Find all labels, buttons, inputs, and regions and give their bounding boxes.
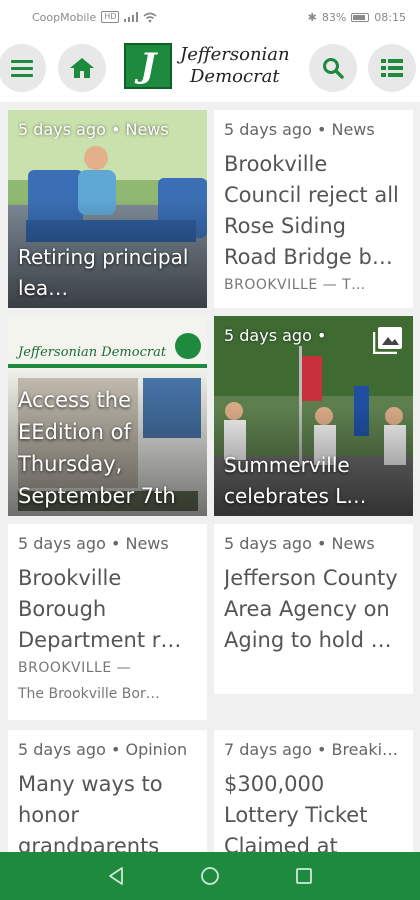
battery-percent: 83% (321, 10, 347, 24)
article-card[interactable]: 5 days ago • News Jefferson County Area … (214, 524, 413, 694)
carrier-name: CoopMobile (32, 10, 97, 24)
clock: 08:15 (374, 10, 406, 24)
article-card[interactable]: 5 days ago • Opinion Many ways to honor … (8, 730, 207, 852)
article-headline: Jefferson County Area Agency on Aging to… (224, 566, 398, 652)
article-excerpt: The Brookville Bor… (18, 686, 160, 702)
article-headline: Brookville Council reject all Rose Sidin… (224, 152, 399, 269)
article-card[interactable]: 7 days ago • Breaki… $300,000 Lottery Ti… (214, 730, 413, 852)
article-headline: Retiring principal lea… (18, 245, 189, 300)
system-nav-bar (0, 852, 420, 900)
article-meta: 5 days ago • News (224, 534, 375, 553)
search-button[interactable] (309, 44, 357, 92)
home-icon (70, 58, 94, 78)
home-circle-icon[interactable] (200, 866, 220, 886)
logo-line-1: Jeffersonian (180, 44, 290, 65)
recents-icon[interactable] (295, 867, 313, 885)
list-view-button[interactable] (368, 44, 416, 92)
home-button[interactable] (58, 44, 106, 92)
wifi-icon (143, 12, 157, 22)
news-feed[interactable]: 5 days ago • News Retiring principal lea… (0, 102, 420, 852)
article-meta: 5 days ago • News (224, 120, 375, 139)
article-location: BROOKVILLE — T… (224, 277, 366, 293)
article-meta: 5 days ago • News (18, 534, 169, 553)
article-meta: 5 days ago • Opinion (18, 740, 188, 759)
app-logo[interactable]: J Jeffersonian Democrat (124, 43, 290, 89)
hamburger-icon (11, 60, 33, 77)
article-card[interactable]: 5 days ago • News Brookville Borough Dep… (8, 524, 207, 720)
article-card[interactable]: 5 days ago • News Brookville Council rej… (214, 110, 413, 308)
menu-button[interactable] (0, 44, 46, 92)
svg-text:Jeffersonian Democrat: Jeffersonian Democrat (15, 345, 167, 360)
article-meta: 5 days ago • (224, 326, 327, 345)
article-headline: Brookville Borough Department r… (18, 566, 182, 652)
article-headline: $300,000 Lottery Ticket Claimed at (224, 772, 368, 852)
eedition-card[interactable]: Jeffersonian Democrat Access the EEditio… (8, 316, 207, 516)
article-headline: Access the EEdition of Thursday, Septemb… (18, 388, 176, 508)
back-icon[interactable] (107, 866, 125, 886)
gallery-card[interactable]: 5 days ago • Summerville celebrates L… (214, 316, 413, 516)
logo-mark: J (124, 43, 172, 89)
article-card[interactable]: 5 days ago • News Retiring principal lea… (8, 110, 207, 308)
article-headline: Many ways to honor grandparents (18, 772, 163, 852)
signal-icon (124, 12, 139, 22)
bluetooth-icon: ✱ (307, 10, 317, 24)
carrier-tag: HD (101, 11, 120, 23)
logo-line-2: Democrat (190, 66, 280, 87)
list-icon (381, 59, 403, 77)
app-header: J Jeffersonian Democrat (0, 34, 420, 102)
article-meta: 5 days ago • News (18, 120, 169, 139)
search-icon (323, 58, 344, 79)
logo-wordmark: Jeffersonian Democrat (180, 44, 290, 88)
image-gallery-icon (373, 327, 402, 354)
status-bar: CoopMobile HD ✱ 83% 08:15 (0, 0, 420, 34)
battery-icon (351, 12, 370, 22)
article-location: BROOKVILLE — (18, 660, 132, 676)
article-headline: Summerville celebrates L… (224, 453, 367, 508)
article-meta: 7 days ago • Breaki… (224, 740, 399, 759)
